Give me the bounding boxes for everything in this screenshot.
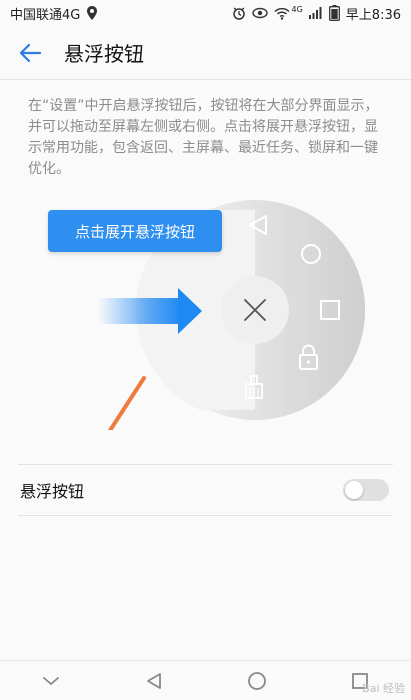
close-button — [221, 276, 289, 344]
back-button[interactable] — [0, 26, 60, 80]
navigation-bar — [0, 660, 411, 700]
watermark: Bai 经验 — [362, 682, 405, 695]
app-header: 悬浮按钮 — [0, 26, 411, 80]
description-text: 在“设置”中开启悬浮按钮后，按钮将在大部分界面显示，并可以拖动至屏幕左侧或右侧。… — [28, 98, 379, 177]
status-bar: 中国联通4G 4G 早上8:36 — [0, 0, 411, 26]
nav-collapse-button[interactable] — [21, 661, 81, 700]
back-arrow-icon — [19, 43, 42, 62]
tooltip-text: 点击展开悬浮按钮 — [74, 222, 195, 241]
page-title: 悬浮按钮 — [64, 42, 144, 66]
status-left: 中国联通4G — [10, 4, 98, 23]
toggle-knob — [345, 481, 363, 499]
wifi-icon — [273, 7, 290, 20]
setting-label: 悬浮按钮 — [20, 482, 85, 501]
battery-icon — [328, 5, 340, 21]
alarm-icon — [232, 7, 245, 20]
status-right: 4G 早上8:36 — [232, 4, 401, 23]
signal-icon — [308, 7, 322, 19]
nav-back-button[interactable] — [124, 661, 184, 700]
carrier-label: 中国联通4G — [10, 7, 81, 23]
nav-home-button[interactable] — [227, 661, 287, 700]
location-icon — [87, 6, 98, 20]
tooltip: 点击展开悬浮按钮 — [48, 210, 222, 252]
nav-back-icon — [147, 672, 162, 689]
eye-icon — [251, 7, 268, 19]
chevron-down-icon — [43, 676, 60, 685]
floating-button-toggle[interactable] — [343, 479, 389, 501]
network-badge: 4G — [291, 4, 303, 14]
floating-button-illustration: 点击展开悬浮按钮 — [0, 190, 411, 468]
setting-row-floating-button[interactable]: 悬浮按钮 — [18, 464, 393, 516]
clock: 早上8:36 — [345, 7, 401, 23]
nav-home-icon — [247, 671, 266, 690]
